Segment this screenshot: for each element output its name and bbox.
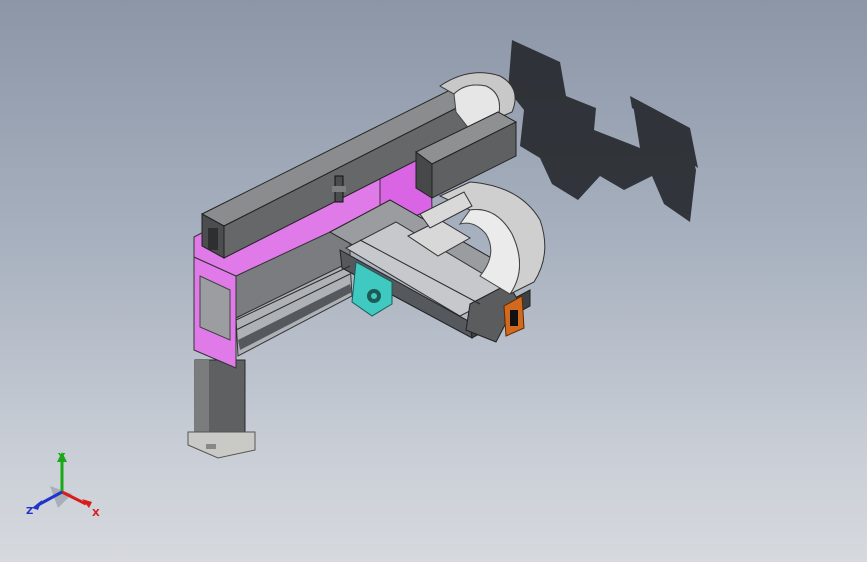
y-axis-label: Y [57,452,66,463]
3d-viewport[interactable]: Y X Z [0,0,867,562]
support-column[interactable] [187,359,256,459]
base-plate [187,431,256,459]
z-axis-label: Z [26,506,33,517]
axis-triad: Y X Z [26,452,100,519]
model-shadow [508,40,698,222]
assembly-model[interactable] [0,0,867,562]
x-axis-label: X [92,508,100,519]
